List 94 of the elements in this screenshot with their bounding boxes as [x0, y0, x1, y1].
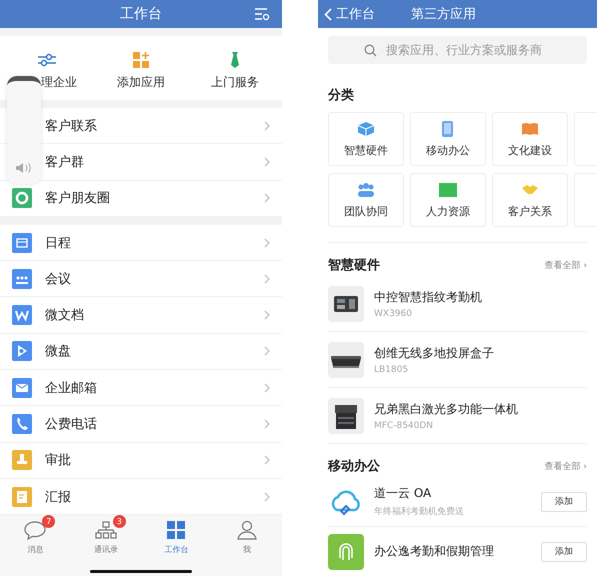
item-name: 创维无线多地投屏盒子	[374, 344, 495, 362]
category-label: 文化建设	[508, 142, 552, 158]
item-subtitle: WX3960	[374, 308, 413, 318]
menu-row[interactable]: 微文档	[0, 297, 282, 334]
category-label: 移动办公	[426, 142, 470, 158]
add-button[interactable]: 添加	[541, 542, 587, 562]
book-icon	[521, 120, 539, 136]
people-icon	[12, 268, 32, 289]
team-icon	[357, 182, 375, 198]
chevron-icon	[264, 310, 270, 320]
screen-title: 第三方应用	[411, 6, 476, 23]
chevron-icon	[264, 492, 270, 502]
menu-row[interactable]: 企业邮箱	[0, 370, 282, 406]
category-card[interactable]: 人力资源	[410, 173, 486, 227]
settings-icon[interactable]	[254, 7, 270, 21]
row-label: 汇报	[45, 488, 72, 506]
category-card[interactable]: 智慧硬件	[328, 112, 404, 166]
menu-row[interactable]: 微盘	[0, 334, 282, 370]
stamp-icon	[12, 450, 32, 470]
chevron-icon	[264, 346, 270, 356]
section-title: 移动办公	[328, 458, 380, 475]
chevron-icon	[264, 382, 270, 393]
menu-row[interactable]: 公费电话	[0, 406, 282, 443]
row-label: 客户朋友圈	[45, 190, 111, 208]
report-icon	[12, 486, 32, 507]
category-card[interactable]: 团队协同	[328, 173, 404, 227]
action-label[interactable]: 理企业	[41, 74, 77, 90]
chevron-icon	[264, 455, 270, 466]
tab-item[interactable]: 我	[212, 519, 282, 576]
chat-icon	[23, 520, 48, 540]
cube-icon	[357, 120, 375, 136]
item-name: 办公逸考勤和假期管理	[374, 543, 495, 560]
section-title: 分类	[328, 87, 355, 104]
category-label: 团队协同	[344, 204, 388, 218]
category-label: 客户关系	[508, 204, 552, 218]
screen-title: 工作台	[120, 5, 162, 23]
category-card[interactable]: 移动办公	[410, 112, 486, 166]
person-icon	[236, 520, 258, 540]
category-card[interactable]: 文化建设	[492, 112, 568, 166]
category-label: 智慧硬件	[344, 142, 388, 158]
chevron-icon	[264, 156, 270, 167]
moments-icon	[12, 188, 32, 208]
row-label: 客户群	[45, 154, 85, 171]
search-icon	[364, 44, 377, 57]
row-label: 企业邮箱	[45, 380, 98, 397]
item-name: 中控智慧指纹考勤机	[374, 288, 483, 306]
sliders-icon[interactable]	[37, 52, 57, 68]
add-grid-icon[interactable]	[133, 52, 149, 68]
menu-row[interactable]: 客户联系	[0, 108, 282, 144]
chevron-icon	[264, 193, 270, 204]
row-label: 审批	[45, 452, 72, 470]
category-card[interactable]: 客户关系	[492, 173, 568, 227]
section-title: 智慧硬件	[328, 257, 380, 274]
menu-row[interactable]: 客户朋友圈	[0, 180, 282, 217]
tie-icon[interactable]	[230, 52, 240, 68]
item-subtitle: MFC-8540DN	[374, 420, 434, 430]
add-button[interactable]: 添加	[541, 492, 587, 512]
item-subtitle: 年终福利考勤机免费送	[374, 506, 465, 518]
action-label[interactable]: 上门服务	[211, 74, 259, 90]
phone-icon	[12, 414, 32, 434]
mail-icon	[12, 378, 32, 398]
chevron-icon	[264, 238, 270, 248]
item-name: 兄弟黑白激光多功能一体机	[374, 400, 519, 418]
row-label: 客户联系	[45, 118, 98, 135]
see-all-link[interactable]: 查看全部 ›	[544, 460, 587, 472]
back-icon	[324, 8, 332, 20]
count-badge: 3	[112, 515, 126, 528]
menu-row[interactable]: 会议	[0, 261, 282, 298]
action-label[interactable]: 添加应用	[117, 74, 165, 90]
menu-row[interactable]: 审批	[0, 442, 282, 479]
see-all-link[interactable]: 查看全部 ›	[544, 258, 587, 272]
row-label: 日程	[45, 234, 72, 252]
org-chart-icon	[94, 520, 118, 540]
count-badge: 7	[42, 515, 56, 528]
row-label: 微盘	[45, 343, 72, 360]
category-label: 人力资源	[426, 204, 470, 218]
tab-item[interactable]: 工作台	[141, 519, 212, 576]
menu-row[interactable]: 日程	[0, 224, 282, 262]
grid-icon	[166, 520, 186, 540]
chevron-icon	[264, 419, 270, 430]
row-label: 公费电话	[45, 416, 98, 434]
menu-row[interactable]: 客户群	[0, 144, 282, 181]
speaker-icon	[15, 162, 33, 174]
item-subtitle: LB1805	[374, 364, 410, 374]
search-field[interactable]: 搜索应用、行业方案或服务商	[328, 36, 587, 64]
item-name: 道一云 OA	[374, 485, 432, 502]
row-label: 微文档	[45, 307, 85, 324]
chevron-icon	[264, 274, 270, 284]
chevron-icon	[264, 120, 270, 131]
back-button[interactable]: 工作台	[318, 5, 375, 23]
doc-icon	[12, 305, 32, 326]
row-label: 会议	[45, 270, 72, 288]
calendar-icon	[12, 232, 32, 253]
fingerprint-icon	[328, 534, 364, 570]
